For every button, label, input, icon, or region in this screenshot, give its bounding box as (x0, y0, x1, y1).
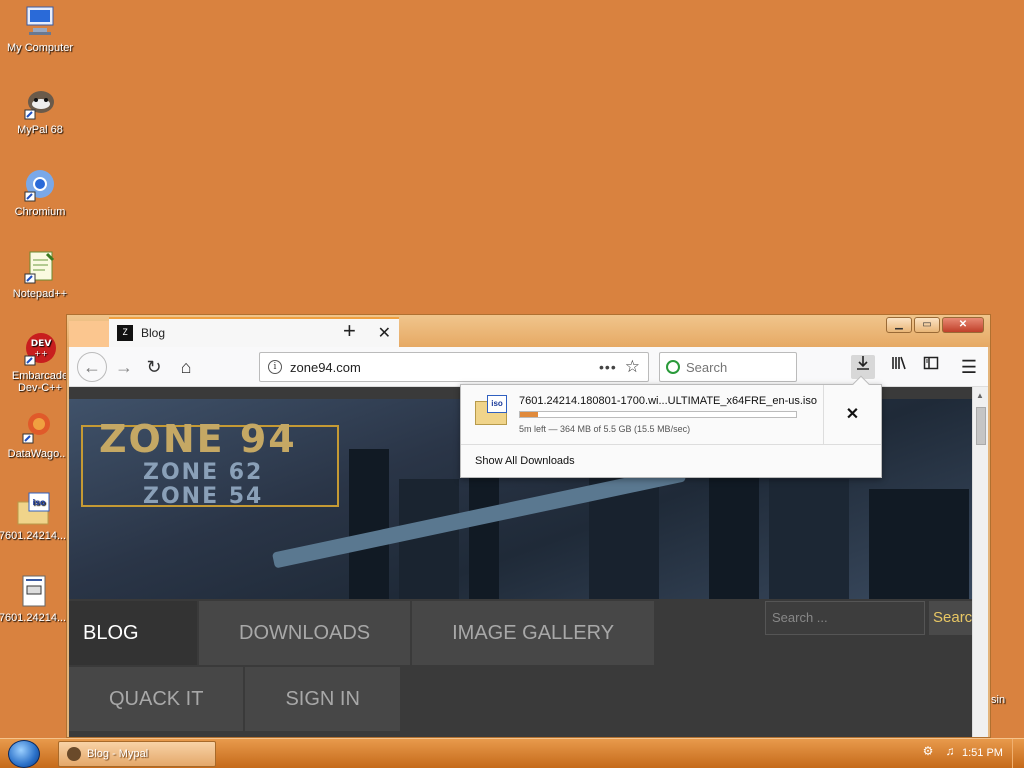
library-button[interactable] (887, 355, 911, 379)
bookmark-star-icon[interactable]: ☆ (625, 357, 640, 377)
search-bar[interactable] (659, 352, 797, 382)
site-favicon-icon: Z (117, 325, 133, 341)
close-window-button[interactable]: ✕ (942, 317, 984, 333)
url-text[interactable]: zone94.com (290, 360, 591, 375)
notepad-icon (23, 250, 57, 284)
document-file-icon (17, 574, 51, 608)
devcpp-icon: DEV ++ (23, 332, 57, 366)
url-bar[interactable]: i zone94.com ••• ☆ (259, 352, 649, 382)
taskbar-item-mypal[interactable]: Blog - Mypal (58, 741, 216, 767)
window-controls: ▁ ▭ ✕ (886, 317, 984, 333)
mypal-icon (67, 747, 81, 761)
svg-text:++: ++ (34, 349, 47, 358)
menu-item-image-gallery[interactable]: IMAGE GALLERY (412, 601, 657, 665)
desktop-icon-document-file[interactable]: 7601.24214.... (0, 574, 72, 624)
svg-text:DEV: DEV (31, 339, 52, 349)
iso-file-icon: iso (17, 492, 51, 526)
site-logo-main: ZONE 94 (99, 417, 297, 461)
download-arrow-icon (857, 356, 869, 370)
new-tab-button[interactable]: + (343, 320, 356, 342)
desktop-icon-my-computer[interactable]: My Computer (2, 4, 78, 54)
maximize-button[interactable]: ▭ (914, 317, 940, 333)
download-file-name: 7601.24214.180801-1700.wi...ULTIMATE_x64… (519, 395, 817, 407)
navigation-toolbar: ← → ↻ ⌂ i zone94.com ••• ☆ ☰ (69, 347, 988, 387)
download-progress-bar (519, 411, 797, 418)
downloads-button[interactable] (851, 355, 875, 379)
logo-sub-line-2: ZONE 54 (143, 484, 264, 509)
download-progress-fill (520, 412, 539, 417)
back-button[interactable]: ← (77, 352, 107, 382)
chromium-icon (23, 168, 57, 202)
menu-item-quack-it[interactable]: QUACK IT (69, 667, 246, 731)
start-button[interactable] (8, 740, 40, 768)
tab-title: Blog (141, 326, 166, 340)
download-status: 5m left — 364 MB of 5.5 GB (15.5 MB/sec) (519, 424, 691, 434)
browser-window: Z Blog ✕ + ▁ ▭ ✕ ← → ↻ ⌂ i zone94.com ••… (66, 314, 991, 738)
library-icon (892, 356, 906, 370)
search-input[interactable] (686, 359, 786, 375)
clock[interactable]: 1:51 PM (962, 747, 1003, 759)
site-search-button[interactable]: Search (929, 601, 972, 635)
tab-stub (69, 321, 109, 347)
iso-file-icon: iso (475, 395, 507, 427)
site-search-input[interactable]: Search ... (765, 601, 925, 635)
logo-sub-line-1: ZONE 62 (143, 460, 264, 485)
desktop-icon-datawago[interactable]: DataWago... (0, 410, 76, 460)
minimize-button[interactable]: ▁ (886, 317, 912, 333)
reload-button[interactable]: ↻ (141, 355, 167, 379)
download-item[interactable]: iso 7601.24214.180801-1700.wi...ULTIMATE… (461, 385, 881, 445)
taskbar-item-label: Blog - Mypal (87, 748, 149, 760)
home-button[interactable]: ⌂ (173, 355, 199, 379)
page-scrollbar[interactable]: ▲ (972, 387, 988, 737)
sidebar-button[interactable] (919, 355, 943, 379)
scrollbar-thumb[interactable] (976, 407, 986, 445)
show-desktop-button[interactable] (1012, 739, 1024, 768)
scroll-up-icon[interactable]: ▲ (976, 391, 984, 400)
site-menu-row-1: BLOG DOWNLOADS IMAGE GALLERY (69, 601, 657, 665)
desktop-partial-label: sin (991, 694, 1006, 706)
computer-icon (23, 4, 57, 38)
search-engine-icon (666, 360, 680, 374)
menu-item-downloads[interactable]: DOWNLOADS (199, 601, 413, 665)
site-logo-sub: ZONE 62 ZONE 54 (143, 461, 263, 509)
menu-item-sign-in[interactable]: SIGN IN (245, 667, 402, 731)
hamburger-menu-icon[interactable]: ☰ (957, 355, 981, 379)
desktop-icon-notepad[interactable]: Notepad++ (2, 250, 78, 300)
volume-icon[interactable]: ♫ (942, 743, 958, 759)
desktop-icon-iso-file[interactable]: iso 7601.24214.... (0, 492, 72, 542)
page-actions-icon[interactable]: ••• (599, 359, 617, 375)
datawago-icon (21, 410, 55, 444)
desktop-icon-chromium[interactable]: Chromium (2, 168, 78, 218)
svg-text:iso: iso (33, 498, 47, 507)
mypal-icon (23, 86, 57, 120)
taskbar: Blog - Mypal ⚙ ♫ 1:51 PM (0, 738, 1024, 768)
show-all-downloads-button[interactable]: Show All Downloads (475, 455, 575, 467)
forward-button[interactable]: → (111, 355, 137, 379)
site-info-icon[interactable]: i (268, 360, 282, 374)
sidebar-icon (923, 356, 939, 370)
menu-item-blog[interactable]: BLOG (69, 601, 199, 665)
site-menu-row-2: QUACK IT SIGN IN (69, 667, 402, 731)
network-icon[interactable]: ⚙ (920, 743, 936, 759)
close-tab-icon[interactable]: ✕ (378, 323, 391, 343)
desktop-icon-mypal[interactable]: MyPal 68 (2, 86, 78, 136)
cancel-download-button[interactable]: ✕ (823, 385, 881, 445)
downloads-panel: iso 7601.24214.180801-1700.wi...ULTIMATE… (460, 375, 882, 478)
